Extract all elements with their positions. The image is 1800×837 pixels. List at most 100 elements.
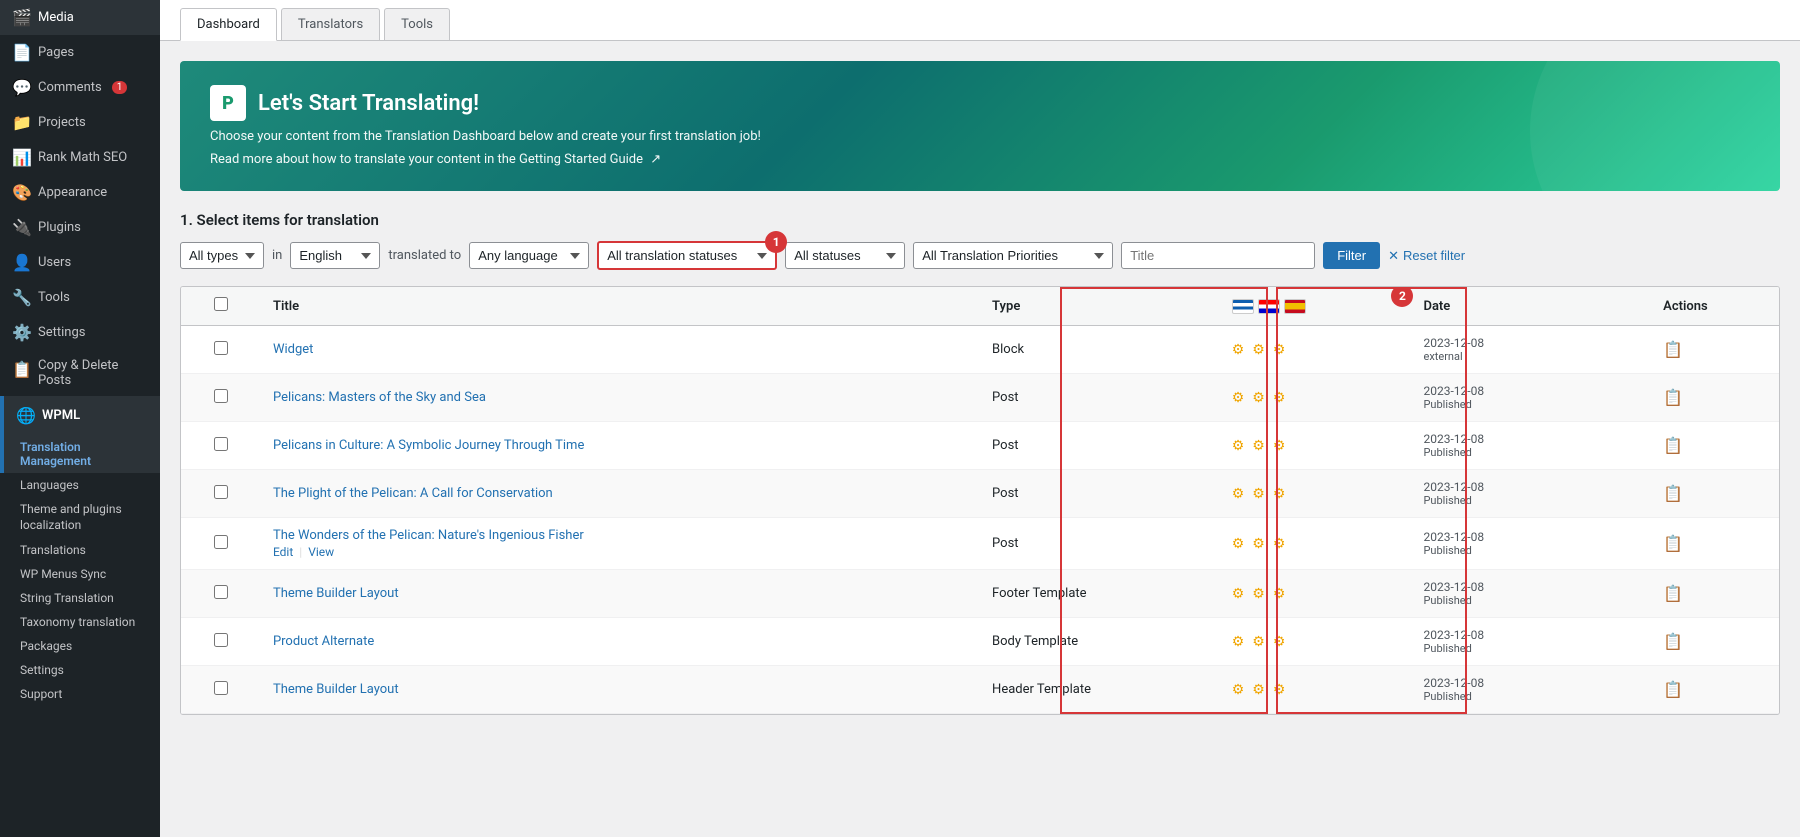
translation-icon-gr-7[interactable]: ⚙ bbox=[1232, 634, 1245, 650]
post-title-link-4[interactable]: The Plight of the Pelican: A Call for Co… bbox=[273, 486, 968, 501]
translation-icon-es-2[interactable]: ⚙ bbox=[1273, 390, 1286, 406]
translation-icon-gr-1[interactable]: ⚙ bbox=[1232, 342, 1245, 358]
post-title-link-6[interactable]: Theme Builder Layout bbox=[273, 586, 968, 601]
translation-icon-es-3[interactable]: ⚙ bbox=[1273, 438, 1286, 454]
any-language-select[interactable]: Any language bbox=[469, 242, 589, 269]
action-icon-8[interactable]: 📋 bbox=[1663, 680, 1683, 699]
translation-icon-hr-7[interactable]: ⚙ bbox=[1252, 634, 1265, 650]
translation-icon-es-5[interactable]: ⚙ bbox=[1273, 536, 1286, 552]
action-icon-6[interactable]: 📋 bbox=[1663, 584, 1683, 603]
sidebar-item-comments[interactable]: 💬 Comments 1 bbox=[0, 70, 160, 105]
row-checkbox-cell[interactable] bbox=[181, 470, 261, 518]
row-checkbox-6[interactable] bbox=[214, 585, 228, 599]
row-title-cell: Theme Builder Layout bbox=[261, 666, 980, 714]
translation-priorities-select[interactable]: All Translation Priorities bbox=[913, 242, 1113, 269]
row-checkbox-cell[interactable] bbox=[181, 422, 261, 470]
sidebar-sub-item-settings-wpml[interactable]: Settings bbox=[0, 658, 160, 682]
row-checkbox-3[interactable] bbox=[214, 437, 228, 451]
sidebar-sub-item-taxonomy-translation[interactable]: Taxonomy translation bbox=[0, 610, 160, 634]
post-title-link-8[interactable]: Theme Builder Layout bbox=[273, 682, 968, 697]
action-icon-5[interactable]: 📋 bbox=[1663, 534, 1683, 553]
date-status-8: Published bbox=[1423, 690, 1639, 703]
action-icon-7[interactable]: 📋 bbox=[1663, 632, 1683, 651]
translation-icon-hr-3[interactable]: ⚙ bbox=[1252, 438, 1265, 454]
row-checkbox-cell[interactable] bbox=[181, 618, 261, 666]
tab-tools[interactable]: Tools bbox=[384, 8, 450, 40]
sidebar-sub-item-packages[interactable]: Packages bbox=[0, 634, 160, 658]
row-checkbox-1[interactable] bbox=[214, 341, 228, 355]
tab-translators[interactable]: Translators bbox=[281, 8, 380, 40]
sidebar-sub-item-languages[interactable]: Languages bbox=[0, 473, 160, 497]
action-icon-2[interactable]: 📋 bbox=[1663, 388, 1683, 407]
sidebar-sub-item-translations[interactable]: Translations bbox=[0, 538, 160, 562]
translation-icon-hr-8[interactable]: ⚙ bbox=[1252, 682, 1265, 698]
post-title-link-5[interactable]: The Wonders of the Pelican: Nature's Ing… bbox=[273, 528, 968, 543]
sidebar-item-settings[interactable]: ⚙️ Settings bbox=[0, 315, 160, 350]
title-search-input[interactable] bbox=[1121, 242, 1315, 269]
post-title-link-1[interactable]: Widget bbox=[273, 342, 968, 357]
translation-icon-hr-5[interactable]: ⚙ bbox=[1252, 536, 1265, 552]
translation-icon-hr-2[interactable]: ⚙ bbox=[1252, 390, 1265, 406]
translation-icon-hr-1[interactable]: ⚙ bbox=[1252, 342, 1265, 358]
translation-icon-gr-2[interactable]: ⚙ bbox=[1232, 390, 1245, 406]
row-checkbox-2[interactable] bbox=[214, 389, 228, 403]
translation-icon-hr-6[interactable]: ⚙ bbox=[1252, 586, 1265, 602]
post-title-link-7[interactable]: Product Alternate bbox=[273, 634, 968, 649]
post-title-link-3[interactable]: Pelicans in Culture: A Symbolic Journey … bbox=[273, 438, 968, 453]
row-checkbox-cell[interactable] bbox=[181, 666, 261, 714]
language-select[interactable]: English bbox=[290, 242, 380, 269]
sidebar-item-appearance[interactable]: 🎨 Appearance bbox=[0, 175, 160, 210]
sidebar-item-rank-math[interactable]: 📊 Rank Math SEO bbox=[0, 140, 160, 175]
sidebar-item-tools[interactable]: 🔧 Tools bbox=[0, 280, 160, 315]
select-all-header[interactable] bbox=[181, 287, 261, 326]
row-checkbox-cell[interactable] bbox=[181, 374, 261, 422]
translation-icon-gr-8[interactable]: ⚙ bbox=[1232, 682, 1245, 698]
translation-icon-es-8[interactable]: ⚙ bbox=[1273, 682, 1286, 698]
translation-icon-hr-4[interactable]: ⚙ bbox=[1252, 486, 1265, 502]
all-statuses-select[interactable]: All statuses bbox=[785, 242, 905, 269]
row-type-cell: Body Template bbox=[980, 618, 1220, 666]
translation-icon-es-4[interactable]: ⚙ bbox=[1273, 486, 1286, 502]
row-checkbox-7[interactable] bbox=[214, 633, 228, 647]
sidebar-item-pages[interactable]: 📄 Pages bbox=[0, 35, 160, 70]
action-icon-1[interactable]: 📋 bbox=[1663, 340, 1683, 359]
sidebar-item-media[interactable]: 🎬 Media bbox=[0, 0, 160, 35]
post-title-link-2[interactable]: Pelicans: Masters of the Sky and Sea bbox=[273, 390, 968, 405]
date-value-7: 2023-12-08 bbox=[1423, 628, 1639, 642]
banner-link[interactable]: Read more about how to translate your co… bbox=[210, 152, 1750, 167]
row-checkbox-cell[interactable] bbox=[181, 570, 261, 618]
select-all-checkbox[interactable] bbox=[214, 297, 228, 311]
translation-icon-es-6[interactable]: ⚙ bbox=[1273, 586, 1286, 602]
getting-started-link[interactable]: Read more about how to translate your co… bbox=[210, 152, 661, 167]
sidebar-item-projects[interactable]: 📁 Projects bbox=[0, 105, 160, 140]
row-checkbox-5[interactable] bbox=[214, 535, 228, 549]
translation-icon-gr-6[interactable]: ⚙ bbox=[1232, 586, 1245, 602]
view-link-5[interactable]: View bbox=[308, 545, 334, 559]
sidebar-sub-item-support[interactable]: Support bbox=[0, 682, 160, 706]
sidebar-item-wpml[interactable]: 🌐 WPML bbox=[4, 396, 160, 435]
edit-link-5[interactable]: Edit bbox=[273, 545, 293, 559]
translation-icon-gr-4[interactable]: ⚙ bbox=[1232, 486, 1245, 502]
sidebar-sub-item-translation-management[interactable]: Translation Management bbox=[4, 435, 160, 473]
sidebar-item-copy-delete[interactable]: 📋 Copy & Delete Posts bbox=[0, 350, 160, 396]
row-checkbox-cell[interactable] bbox=[181, 326, 261, 374]
row-checkbox-4[interactable] bbox=[214, 485, 228, 499]
translation-statuses-select[interactable]: All translation statuses bbox=[597, 241, 777, 270]
translation-icon-gr-5[interactable]: ⚙ bbox=[1232, 536, 1245, 552]
translation-icon-es-7[interactable]: ⚙ bbox=[1273, 634, 1286, 650]
filter-button[interactable]: Filter bbox=[1323, 242, 1380, 269]
sidebar-sub-item-wp-menus-sync[interactable]: WP Menus Sync bbox=[0, 562, 160, 586]
row-checkbox-8[interactable] bbox=[214, 681, 228, 695]
sidebar-item-plugins[interactable]: 🔌 Plugins bbox=[0, 210, 160, 245]
action-icon-4[interactable]: 📋 bbox=[1663, 484, 1683, 503]
sidebar-sub-item-theme-plugins[interactable]: Theme and plugins localization bbox=[0, 497, 160, 538]
all-types-select[interactable]: All types bbox=[180, 242, 264, 269]
reset-filter-button[interactable]: ✕ Reset filter bbox=[1388, 248, 1465, 264]
translation-icon-es-1[interactable]: ⚙ bbox=[1273, 342, 1286, 358]
sidebar-item-users[interactable]: 👤 Users bbox=[0, 245, 160, 280]
action-icon-3[interactable]: 📋 bbox=[1663, 436, 1683, 455]
sidebar-sub-item-string-translation[interactable]: String Translation bbox=[0, 586, 160, 610]
tab-dashboard[interactable]: Dashboard bbox=[180, 8, 277, 41]
translation-icon-gr-3[interactable]: ⚙ bbox=[1232, 438, 1245, 454]
row-checkbox-cell[interactable] bbox=[181, 518, 261, 570]
